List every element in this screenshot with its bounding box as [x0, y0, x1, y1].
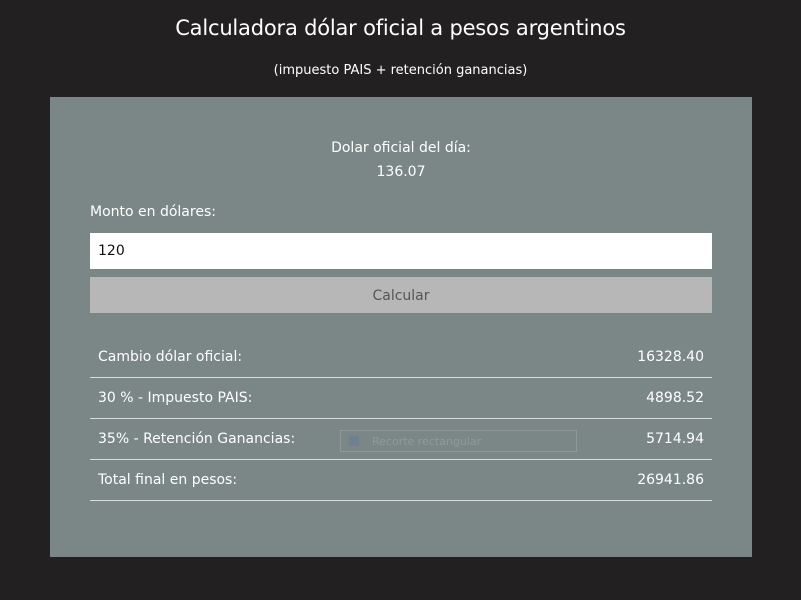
- result-label-official-exchange: Cambio dólar oficial:: [98, 349, 243, 365]
- result-value-total: 26941.86: [637, 472, 704, 488]
- screenshot-selection-overlay[interactable]: Recorte rectangular: [340, 430, 577, 452]
- amount-label: Monto en dólares:: [90, 204, 216, 220]
- calculator-panel: Dolar oficial del día: 136.07 Monto en d…: [50, 97, 752, 557]
- official-rate-label: Dolar oficial del día:: [331, 140, 471, 156]
- screenshot-icon: [349, 436, 359, 446]
- result-value-pais-tax: 4898.52: [646, 390, 704, 406]
- amount-input[interactable]: [90, 233, 712, 269]
- page-subtitle: (impuesto PAIS + retención ganancias): [273, 63, 528, 78]
- result-label-total: Total final en pesos:: [98, 472, 238, 488]
- result-value-income-tax: 5714.94: [646, 431, 704, 447]
- page-title: Calculadora dólar oficial a pesos argent…: [175, 16, 626, 40]
- result-value-official-exchange: 16328.40: [637, 349, 704, 365]
- official-rate-value: 136.07: [376, 164, 426, 180]
- result-row-total: Total final en pesos: 26941.86: [90, 460, 712, 501]
- result-label-income-tax: 35% - Retención Ganancias:: [98, 431, 296, 447]
- result-row-pais-tax: 30 % - Impuesto PAIS: 4898.52: [90, 378, 712, 419]
- calculate-button[interactable]: Calcular: [90, 277, 712, 313]
- results-table: Cambio dólar oficial: 16328.40 30 % - Im…: [90, 337, 712, 501]
- screenshot-overlay-text: Recorte rectangular: [372, 435, 482, 448]
- result-row-official-exchange: Cambio dólar oficial: 16328.40: [90, 337, 712, 378]
- result-label-pais-tax: 30 % - Impuesto PAIS:: [98, 390, 253, 406]
